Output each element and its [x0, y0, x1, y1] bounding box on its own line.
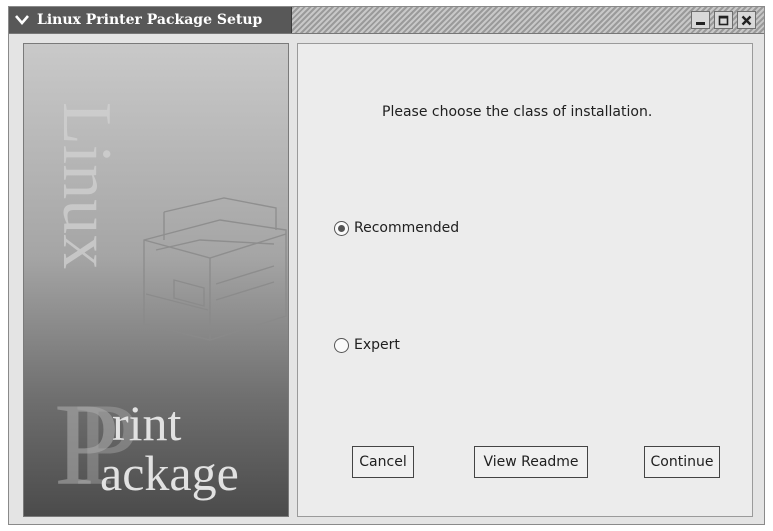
radio-selected-dot — [338, 224, 345, 232]
maximize-icon[interactable] — [714, 11, 733, 29]
title-bar-label-area: Linux Printer Package Setup — [9, 7, 292, 33]
setup-window: Linux Printer Package Setup Linux P P ri… — [8, 6, 765, 525]
radio-option-expert[interactable]: Expert — [334, 337, 400, 353]
continue-button[interactable]: Continue — [644, 446, 720, 478]
printer-illustration — [143, 197, 287, 341]
view-readme-button[interactable]: View Readme — [474, 446, 588, 478]
radio-option-recommended[interactable]: Recommended — [334, 220, 459, 236]
logo-word-package: ackage — [100, 445, 239, 501]
branding-panel: Linux P P rint ackage — [23, 43, 289, 517]
logo-word-print: rint — [112, 395, 182, 451]
chevron-down-icon[interactable] — [13, 10, 31, 30]
radio-label-recommended[interactable]: Recommended — [354, 220, 459, 236]
installation-class-panel: Please choose the class of installation.… — [297, 43, 753, 517]
radio-button-recommended[interactable] — [334, 220, 349, 236]
title-bar[interactable]: Linux Printer Package Setup — [9, 7, 764, 34]
window-title: Linux Printer Package Setup — [37, 12, 263, 28]
radio-label-expert[interactable]: Expert — [354, 337, 400, 353]
minimize-icon[interactable] — [691, 11, 710, 29]
close-icon[interactable] — [737, 11, 756, 29]
vertical-brand-word: Linux — [48, 102, 125, 269]
install-class-prompt: Please choose the class of installation. — [382, 104, 653, 120]
cancel-button[interactable]: Cancel — [352, 446, 414, 478]
radio-button-expert[interactable] — [334, 337, 349, 353]
